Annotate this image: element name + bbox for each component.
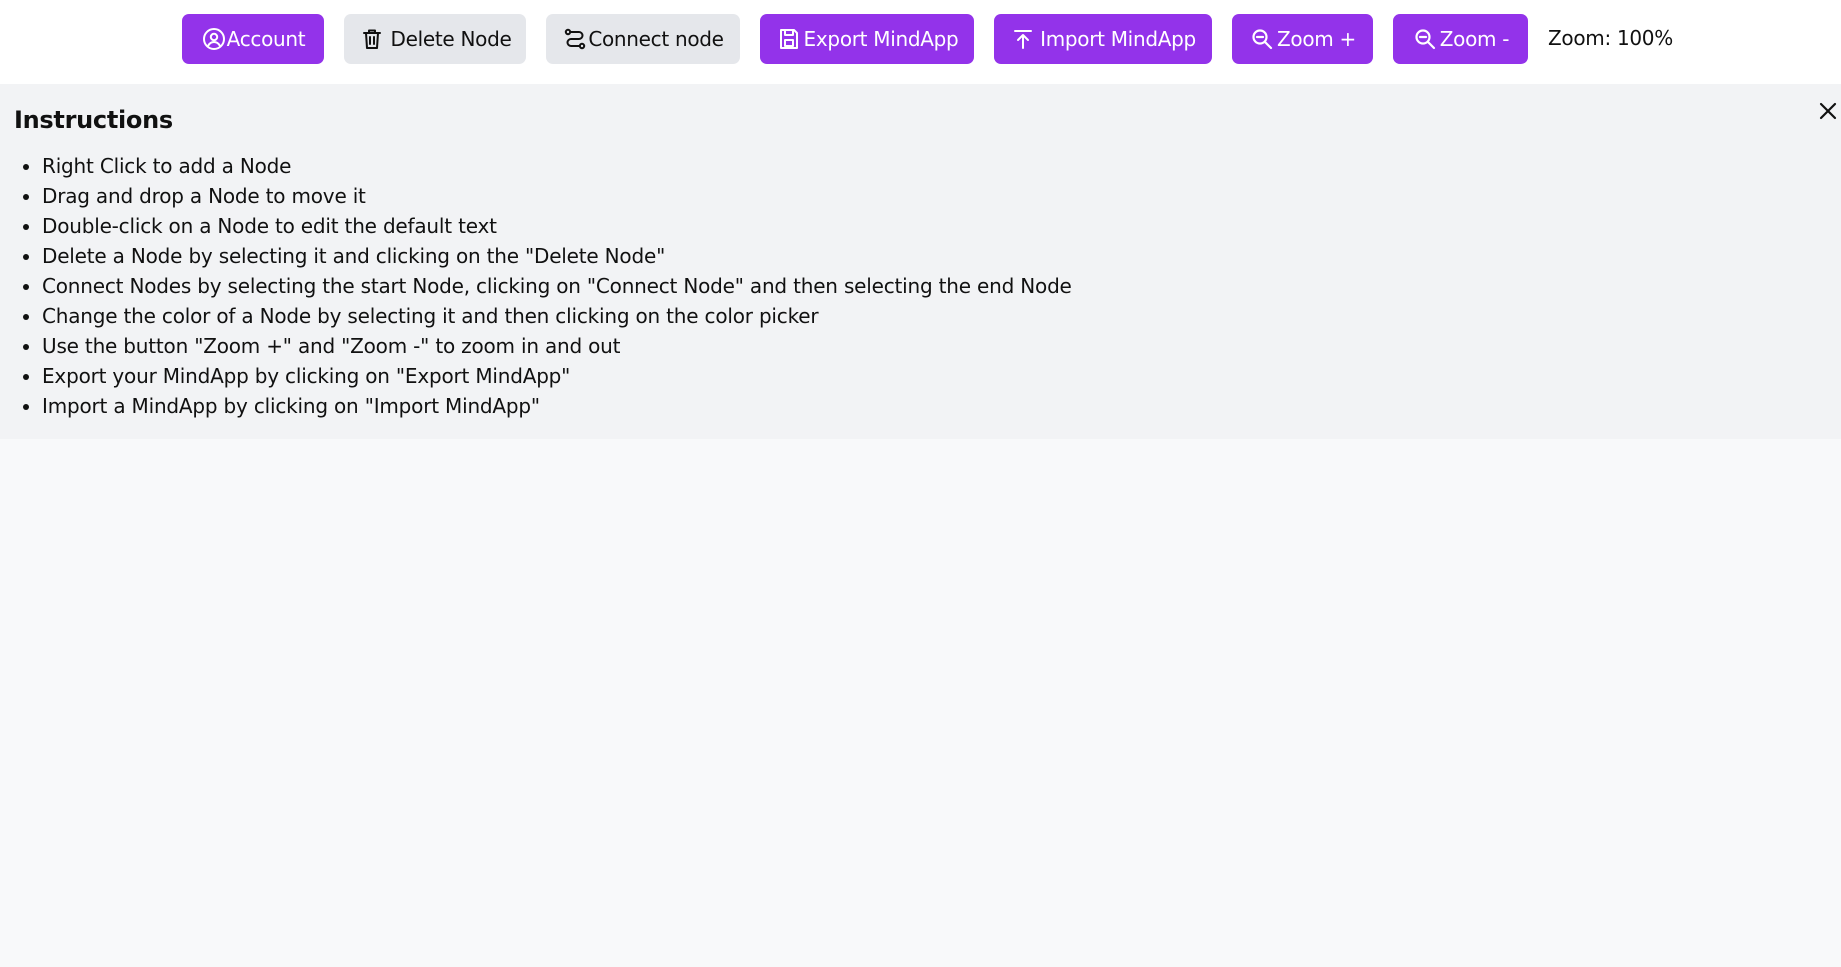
connect-node-label: Connect node (588, 27, 724, 51)
list-item: Use the button "Zoom +" and "Zoom -" to … (42, 331, 1072, 361)
connect-route-icon (562, 26, 588, 52)
connect-node-button[interactable]: Connect node (546, 14, 740, 64)
list-item: Double-click on a Node to edit the defau… (42, 211, 1072, 241)
list-item: Export your MindApp by clicking on "Expo… (42, 361, 1072, 391)
list-item: Connect Nodes by selecting the start Nod… (42, 271, 1072, 301)
export-mindapp-label: Export MindApp (803, 27, 959, 51)
toolbar: Account Delete Node Connect node Export … (0, 0, 1841, 84)
list-item: Right Click to add a Node (42, 151, 1072, 181)
close-icon[interactable] (1816, 99, 1840, 123)
list-item: Drag and drop a Node to move it (42, 181, 1072, 211)
upload-arrow-icon (1010, 26, 1036, 52)
zoom-out-button[interactable]: Zoom - (1393, 14, 1528, 64)
list-item: Delete a Node by selecting it and clicki… (42, 241, 1072, 271)
instructions-panel: Instructions Right Click to add a Node D… (0, 84, 1841, 439)
import-mindapp-label: Import MindApp (1040, 27, 1196, 51)
zoom-in-label: Zoom + (1277, 27, 1356, 51)
account-button[interactable]: Account (182, 14, 324, 64)
magnify-icon (1412, 26, 1438, 52)
list-item: Import a MindApp by clicking on "Import … (42, 391, 1072, 421)
user-circle-icon (201, 26, 227, 52)
instructions-list: Right Click to add a Node Drag and drop … (0, 151, 1072, 421)
trash-icon (359, 26, 385, 52)
zoom-level-readout: Zoom: 100% (1548, 26, 1673, 50)
zoom-out-label: Zoom - (1439, 27, 1510, 51)
export-mindapp-button[interactable]: Export MindApp (760, 14, 974, 64)
list-item: Change the color of a Node by selecting … (42, 301, 1072, 331)
import-mindapp-button[interactable]: Import MindApp (994, 14, 1212, 64)
mindmap-canvas[interactable] (0, 439, 1841, 967)
magnify-icon (1249, 26, 1275, 52)
zoom-in-button[interactable]: Zoom + (1232, 14, 1373, 64)
instructions-title: Instructions (14, 106, 173, 134)
delete-node-label: Delete Node (390, 27, 512, 51)
account-label: Account (226, 27, 306, 51)
delete-node-button[interactable]: Delete Node (344, 14, 526, 64)
save-floppy-icon (776, 26, 802, 52)
